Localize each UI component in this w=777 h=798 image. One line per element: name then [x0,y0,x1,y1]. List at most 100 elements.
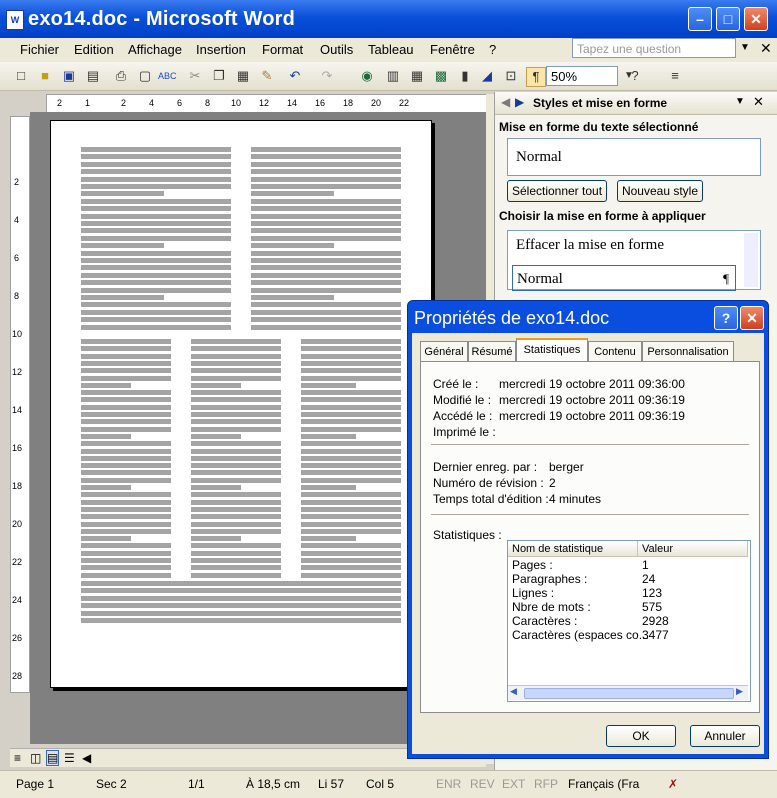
web-view-icon[interactable]: ◫ [30,751,41,765]
horizontal-ruler[interactable]: 2 1 2 4 6 8 10 12 14 16 18 20 22 [46,94,488,114]
text-line [81,470,171,476]
text-line [81,272,231,278]
scroll-thumb[interactable] [524,688,734,699]
undo-icon[interactable]: ↶ [286,67,304,85]
current-style-box[interactable]: Normal [507,138,761,176]
zoom-select[interactable]: 50% [546,66,618,86]
tab-personnalisation[interactable]: Personnalisation [642,341,734,361]
text-line [81,258,231,263]
ask-question-input[interactable]: Tapez une question [572,38,736,58]
document-page[interactable] [50,120,432,688]
help-icon[interactable]: ? [626,67,644,85]
new-document-icon[interactable]: □ [12,67,30,85]
status-bar: Page 1 Sec 2 1/1 À 18,5 cm Li 57 Col 5 E… [0,770,777,798]
menu-help[interactable]: ? [489,42,496,57]
word-app-icon[interactable]: W [6,10,24,30]
ask-dropdown-icon[interactable]: ▼ [740,42,750,53]
text-line [81,550,171,556]
text-line [81,618,401,623]
style-item-normal[interactable]: Normal ¶ [512,265,736,291]
scroll-left-icon[interactable]: ◀ [82,751,91,765]
tab-resume[interactable]: Résumé [468,341,516,361]
vertical-ruler[interactable]: 2 4 6 8 10 12 14 16 18 20 22 24 26 28 [10,116,30,693]
document-map-icon[interactable]: ⊡ [502,67,520,85]
style-list-scrollbar[interactable] [744,233,758,287]
redo-icon[interactable]: ↷ [318,67,336,85]
status-language[interactable]: Français (Fra [568,777,639,791]
minimize-button[interactable]: – [688,7,712,31]
cut-icon[interactable]: ✂ [186,67,204,85]
style-item-clear[interactable]: Effacer la mise en forme [516,237,664,254]
hyperlink-icon[interactable]: ◉ [358,67,376,85]
new-style-button[interactable]: Nouveau style [617,180,703,202]
format-painter-icon[interactable]: ✎ [258,67,276,85]
back-arrow-icon[interactable]: ◀ [501,95,510,109]
dialog-close-button[interactable]: ✕ [740,306,764,330]
spelling-icon[interactable]: ABC [158,67,177,85]
separator [431,444,749,445]
print-layout-view-icon[interactable]: ▤ [46,750,60,766]
menu-tableau[interactable]: Tableau [368,42,414,57]
status-ext[interactable]: EXT [502,777,525,791]
statistics-list[interactable]: Nom de statistique Valeur Pages : 1 Paragr… [507,540,751,702]
insert-table-icon[interactable]: ▦ [408,67,426,85]
menu-fichier[interactable]: Fichier [20,42,59,57]
column-header-value[interactable]: Valeur [638,541,748,557]
menu-edition[interactable]: Edition [74,42,114,57]
ok-button[interactable]: OK [606,725,676,747]
task-pane-close-icon[interactable]: ✕ [753,94,764,110]
task-pane-dropdown-icon[interactable]: ▼ [735,96,745,107]
menu-affichage[interactable]: Affichage [128,42,182,57]
scroll-right-icon[interactable]: ▶ [736,686,743,697]
permission-icon[interactable]: ▤ [84,67,102,85]
tables-borders-icon[interactable]: ▥ [384,67,402,85]
show-hide-pilcrow-icon[interactable]: ¶ [526,67,546,87]
modified-value: mercredi 19 octobre 2011 09:36:19 [499,393,685,407]
tab-general[interactable]: Général [420,341,468,361]
drawing-icon[interactable]: ◢ [478,67,496,85]
stat-value: 123 [642,586,663,600]
status-rfp[interactable]: RFP [534,777,558,791]
columns-icon[interactable]: ▮ [456,67,474,85]
tab-contenu[interactable]: Contenu [588,341,642,361]
open-folder-icon[interactable]: ■ [36,67,54,85]
save-icon[interactable]: ▣ [60,67,78,85]
menu-format[interactable]: Format [262,42,303,57]
window-title-bar[interactable]: W exo14.doc - Microsoft Word – □ ✕ [0,0,777,38]
doc-close-icon[interactable]: ✕ [760,40,772,57]
vruler-tick: 20 [12,519,23,529]
stats-horizontal-scrollbar[interactable]: ◀ ▶ [508,685,748,700]
text-line [191,499,281,505]
cancel-button[interactable]: Annuler [690,725,760,747]
insert-excel-icon[interactable]: ▩ [432,67,450,85]
menu-fenetre[interactable]: Fenêtre [430,42,475,57]
text-line [301,382,356,388]
dialog-help-button[interactable]: ? [714,306,738,330]
print-preview-icon[interactable]: ▢ [136,67,154,85]
text-line [301,514,401,520]
menu-outils[interactable]: Outils [320,42,353,57]
scroll-left-icon[interactable]: ◀ [510,686,517,697]
status-rev[interactable]: REV [470,777,495,791]
text-line [301,375,401,381]
column-header-name[interactable]: Nom de statistique [508,541,638,557]
menu-insertion[interactable]: Insertion [196,42,246,57]
align-icon[interactable]: ≡ [666,67,684,85]
accessed-value: mercredi 19 octobre 2011 09:36:19 [499,409,685,423]
text-line [81,295,164,300]
forward-arrow-icon[interactable]: ▶ [515,95,524,109]
spelling-status-icon[interactable]: ✗ [668,777,678,791]
paste-icon[interactable]: ▦ [234,67,252,85]
vruler-tick: 2 [14,177,20,187]
text-line [81,287,231,293]
maximize-button[interactable]: □ [716,7,740,31]
status-enr[interactable]: ENR [436,777,461,791]
print-icon[interactable]: ⎙ [112,67,130,85]
copy-icon[interactable]: ❐ [210,67,228,85]
outline-view-icon[interactable]: ☰ [64,751,75,765]
select-all-button[interactable]: Sélectionner tout [507,180,607,202]
normal-view-icon[interactable]: ≡ [14,751,21,765]
tab-statistiques[interactable]: Statistiques [516,338,588,362]
close-button[interactable]: ✕ [744,7,768,31]
style-list[interactable]: Effacer la mise en forme Normal ¶ [507,230,761,291]
